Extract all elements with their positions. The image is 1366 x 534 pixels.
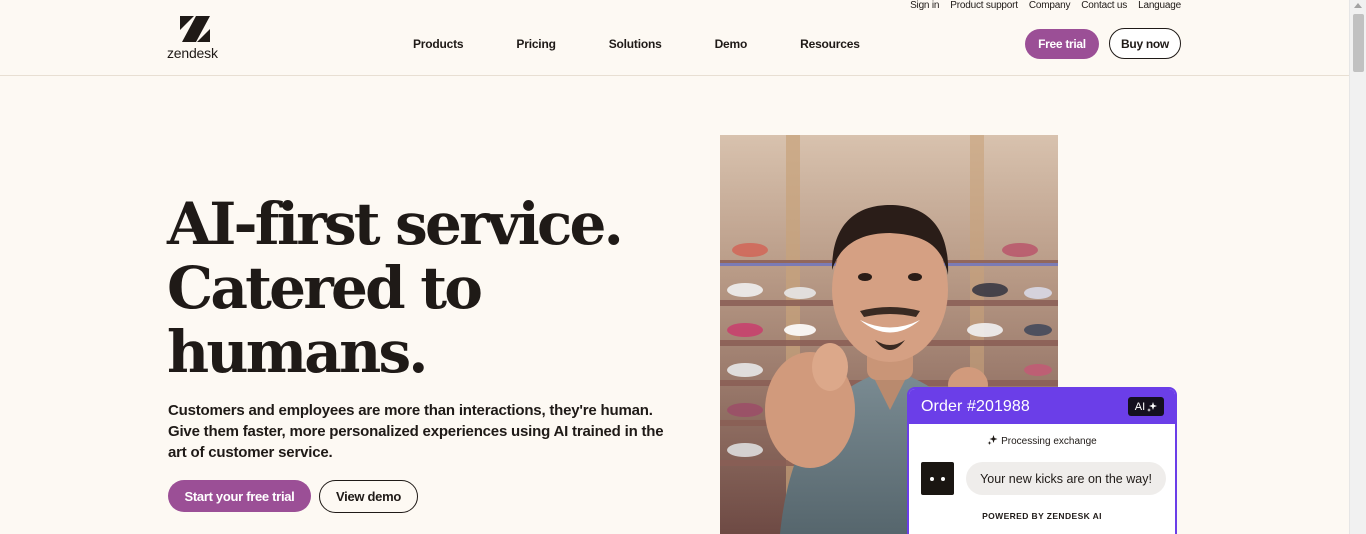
chat-message-bubble: Your new kicks are on the way!	[966, 462, 1166, 495]
buy-now-button[interactable]: Buy now	[1109, 28, 1181, 59]
processing-label: Processing exchange	[1001, 436, 1097, 447]
zendesk-logo[interactable]: zendesk	[166, 14, 226, 61]
zendesk-logo-icon	[180, 16, 210, 42]
nav-solutions[interactable]: Solutions	[609, 37, 662, 51]
ai-chat-card: Order #201988 AI Processing exchange You…	[907, 387, 1177, 534]
scroll-up-icon[interactable]	[1354, 3, 1362, 8]
logo-wordmark: zendesk	[167, 45, 218, 61]
processing-status: Processing exchange	[909, 435, 1175, 447]
sign-in-link[interactable]: Sign in	[910, 0, 939, 12]
sparkle-icon	[987, 435, 998, 445]
hero-subtext: Customers and employees are more than in…	[168, 402, 664, 461]
scrollbar-thumb[interactable]	[1353, 14, 1364, 72]
product-support-link[interactable]: Product support	[950, 0, 1018, 12]
view-demo-button[interactable]: View demo	[319, 480, 418, 513]
ai-badge-label: AI	[1134, 400, 1146, 413]
headline-line-1: AI-first service.	[167, 190, 624, 258]
nav-pricing[interactable]: Pricing	[516, 37, 555, 51]
powered-by-label: POWERED BY ZENDESK AI	[982, 511, 1102, 521]
sparkle-icon	[1147, 401, 1158, 412]
free-trial-button[interactable]: Free trial	[1025, 29, 1099, 59]
language-link[interactable]: Language	[1138, 0, 1181, 12]
ai-badge: AI	[1128, 397, 1164, 416]
start-free-trial-button[interactable]: Start your free trial	[168, 480, 311, 512]
nav-resources[interactable]: Resources	[800, 37, 860, 51]
order-title: Order #201988	[921, 397, 1030, 415]
company-link[interactable]: Company	[1029, 0, 1071, 12]
hero-headline: AI-first service. Catered to humans.	[167, 192, 647, 384]
nav-demo[interactable]: Demo	[715, 37, 748, 51]
headline-line-2: Catered to	[167, 254, 483, 322]
headline-line-3: humans.	[167, 318, 429, 386]
utility-nav: Sign in Product support Company Contact …	[910, 0, 1181, 12]
contact-us-link[interactable]: Contact us	[1081, 0, 1127, 12]
main-nav: Products Pricing Solutions Demo Resource…	[413, 37, 860, 51]
nav-products[interactable]: Products	[413, 37, 464, 51]
bot-avatar	[921, 462, 954, 495]
page-scrollbar[interactable]	[1349, 0, 1366, 534]
site-header: zendesk Sign in Product support Company …	[0, 0, 1349, 76]
